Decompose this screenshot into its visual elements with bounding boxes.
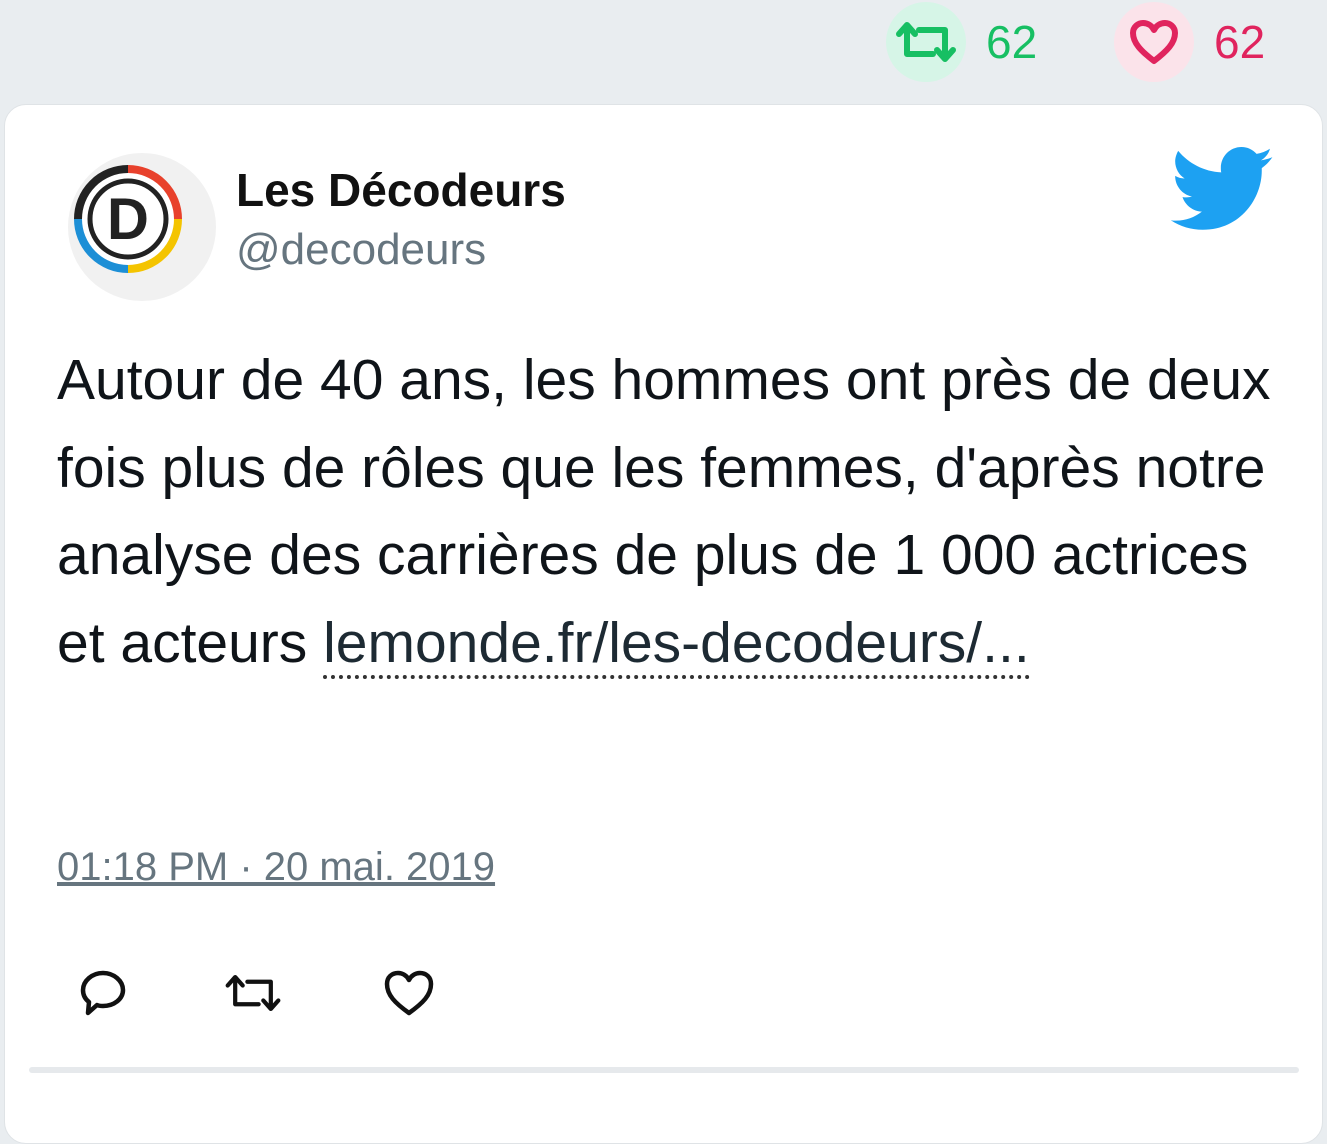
- like-button[interactable]: [379, 963, 439, 1023]
- retweet-icon: [896, 22, 956, 62]
- author-handle[interactable]: @decodeurs: [236, 225, 486, 275]
- retweet-icon: [225, 974, 281, 1012]
- like-stat-icon-wrap: [1114, 2, 1194, 82]
- author-name[interactable]: Les Décodeurs: [236, 163, 566, 217]
- retweet-button[interactable]: [223, 963, 283, 1023]
- retweet-stat-icon-wrap: [886, 2, 966, 82]
- engagement-bar: 62 62: [0, 0, 1327, 104]
- like-stat[interactable]: 62: [1114, 2, 1265, 82]
- avatar-letter: D: [107, 187, 149, 252]
- avatar[interactable]: D: [68, 153, 216, 301]
- like-count: 62: [1214, 16, 1266, 68]
- tweet-timestamp[interactable]: 01:18 PM · 20 mai. 2019: [57, 845, 495, 890]
- retweet-count: 62: [986, 16, 1038, 68]
- retweet-stat[interactable]: 62: [886, 2, 1037, 82]
- reply-icon: [80, 970, 126, 1016]
- tweet-card: D Les Décodeurs @decodeurs Autour de 40 …: [4, 104, 1323, 1144]
- tweet-link[interactable]: lemonde.fr/les-decodeurs/...: [323, 610, 1030, 679]
- heart-icon: [384, 970, 434, 1016]
- twitter-bird-icon[interactable]: [1170, 147, 1275, 236]
- reply-button[interactable]: [73, 963, 133, 1023]
- heart-icon: [1130, 20, 1178, 64]
- decodeurs-logo-icon: D: [74, 165, 182, 273]
- tweet-body: Autour de 40 ans, les hommes ont près de…: [57, 337, 1277, 687]
- card-divider: [29, 1067, 1299, 1073]
